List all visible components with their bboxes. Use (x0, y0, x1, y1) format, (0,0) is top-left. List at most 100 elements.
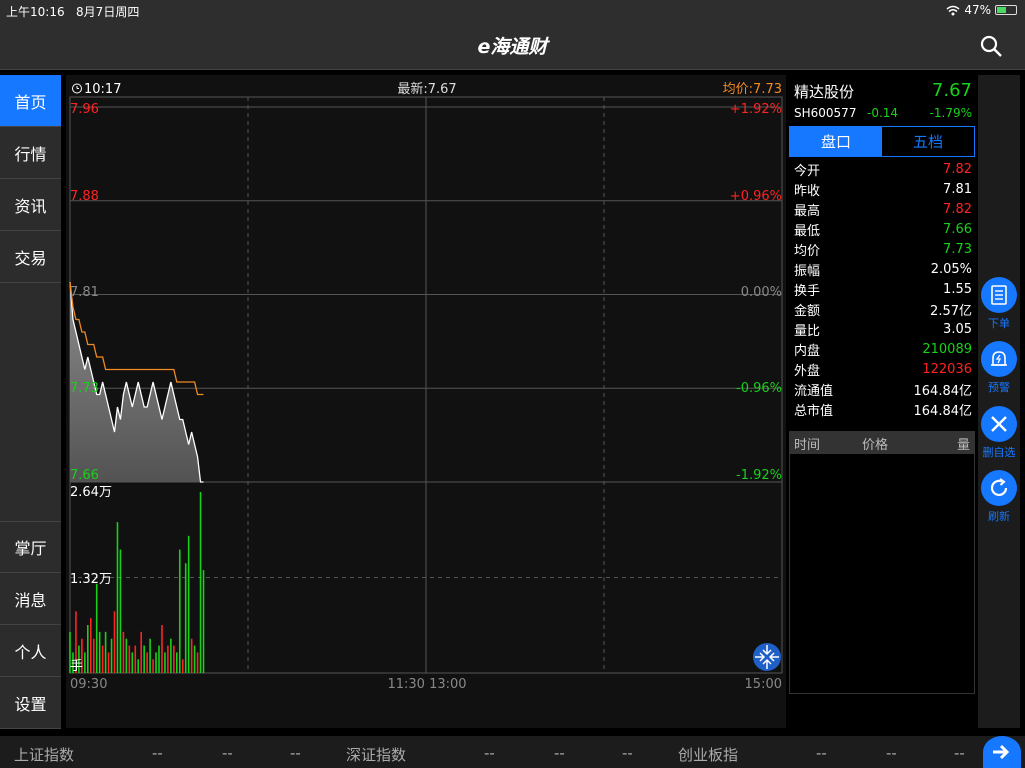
time-label-close: 15:00 (745, 677, 782, 692)
price-label-low: 7.66 (70, 468, 99, 483)
intraday-chart[interactable]: 10:17 最新:7.67 均价:7.73 7.96 7.88 7.81 7.7… (66, 75, 786, 728)
quote-row-label: 换手 (794, 283, 821, 299)
quote-row-label: 流通值 (794, 383, 834, 399)
volume-bar (125, 638, 128, 673)
tick-list-header: 时间 价格 量 (790, 432, 974, 454)
index-cyb-name[interactable]: 创业板指 (678, 744, 738, 765)
index-ticker[interactable]: 上证指数 -- -- -- 深证指数 -- -- -- 创业板指 -- -- -… (0, 736, 1025, 768)
battery-icon (995, 5, 1017, 15)
battery-percent: 47% (964, 3, 991, 17)
order-label: 下单 (988, 317, 1010, 330)
quote-row-value: 2.05% (930, 261, 972, 277)
quote-stats: 今开 7.82 昨收 7.81 最高 7.82 最低 7.66 均价 7.73 振幅 2.05% 换手 1… (789, 159, 975, 419)
index-sz-v2: -- (554, 744, 565, 762)
chart-grid (69, 96, 783, 674)
volume-bar (122, 631, 125, 673)
volume-bar (134, 645, 137, 673)
volume-bar (199, 492, 202, 673)
tick-header-time: 时间 (794, 437, 821, 453)
price-label-prev-close: 7.81 (70, 285, 99, 300)
nav-profile[interactable]: 个人 (0, 625, 61, 677)
volume-bar (140, 631, 142, 673)
quote-row-value: 1.55 (943, 281, 972, 297)
volume-bar (137, 659, 140, 673)
status-time-date: 上午10:16 8月7日周四 (6, 3, 139, 20)
volume-bar (187, 535, 190, 673)
volume-bar (146, 652, 148, 673)
volume-label-mid: 1.32万 (70, 572, 112, 587)
quote-row-label: 昨收 (794, 183, 821, 199)
volume-bar (155, 652, 157, 673)
volume-label-max: 2.64万 (70, 485, 112, 500)
remove-watchlist-button[interactable]: 删自选 (978, 406, 1020, 460)
volume-bar (158, 645, 160, 673)
tick-header-price: 价格 (862, 437, 889, 453)
wifi-icon (946, 5, 960, 15)
time-label-midday: 11:30 13:00 (387, 677, 466, 692)
pct-label-lower: -0.96% (736, 381, 782, 396)
volume-bar (164, 652, 166, 673)
close-icon (991, 416, 1007, 432)
index-sh-v3: -- (290, 744, 301, 762)
quote-row-value: 164.84亿 (913, 383, 973, 399)
volume-bar (110, 638, 113, 673)
nav-settings[interactable]: 设置 (0, 677, 61, 729)
volume-bar (128, 645, 131, 673)
quote-row-value: 7.81 (943, 181, 972, 197)
pct-label-upper: +0.96% (730, 189, 782, 204)
app-root: 上午10:16 8月7日周四 47% e海通财 首页 行情 资讯 交易 掌厅 消… (0, 0, 1025, 768)
volume-bar (92, 638, 95, 673)
nav-home[interactable]: 首页 (0, 75, 61, 127)
nav-hall[interactable]: 掌厅 (0, 521, 61, 573)
left-nav: 首页 行情 资讯 交易 掌厅 消息 个人 设置 (0, 75, 61, 729)
nav-trade[interactable]: 交易 (0, 231, 61, 283)
quote-row: 流通值 164.84亿 (789, 379, 975, 399)
volume-bar (98, 631, 101, 673)
nav-messages[interactable]: 消息 (0, 573, 61, 625)
stock-change-pct: -1.79% (929, 106, 972, 120)
quote-row-label: 最高 (794, 203, 821, 219)
quote-row: 换手 1.55 (789, 279, 975, 299)
alarm-bell-icon (991, 351, 1007, 366)
refresh-icon (990, 478, 1008, 497)
tick-list[interactable]: 时间 价格 量 (789, 431, 975, 694)
quote-row-label: 最低 (794, 223, 821, 239)
fullscreen-button[interactable] (753, 643, 781, 671)
volume-bar (87, 625, 89, 673)
quote-row: 最低 7.66 (789, 219, 975, 239)
quote-row-label: 振幅 (794, 263, 821, 279)
nav-news[interactable]: 资讯 (0, 179, 61, 231)
volume-bar (184, 563, 187, 673)
index-sz-name[interactable]: 深证指数 (346, 744, 406, 765)
quote-row: 总市值 164.84亿 (789, 399, 975, 419)
quote-row: 外盘 122036 (789, 359, 975, 379)
quote-row-label: 均价 (794, 243, 821, 259)
refresh-label: 刷新 (988, 510, 1010, 523)
refresh-button[interactable]: 刷新 (978, 470, 1020, 524)
quote-row: 量比 3.05 (789, 319, 975, 339)
stock-name: 精达股份 (794, 83, 855, 101)
volume-bar (95, 583, 98, 673)
nav-market[interactable]: 行情 (0, 127, 61, 179)
tab-order-book[interactable]: 盘口 (790, 127, 882, 156)
ticker-next-button[interactable] (983, 736, 1021, 768)
quote-row-value: 122036 (922, 361, 972, 377)
quote-row: 均价 7.73 (789, 239, 975, 259)
quote-row-value: 2.57亿 (930, 303, 972, 319)
volume-bar (193, 645, 196, 673)
intraday-chart-panel[interactable]: 10:17 最新:7.67 均价:7.73 7.96 7.88 7.81 7.7… (66, 75, 786, 728)
price-label-upper: 7.88 (70, 189, 99, 204)
volume-bar (104, 631, 107, 673)
quote-row: 今开 7.82 (789, 159, 975, 179)
quote-row-value: 7.82 (943, 161, 972, 177)
index-cyb-v3: -- (954, 744, 965, 762)
index-sh-v1: -- (152, 744, 163, 762)
search-icon[interactable] (979, 34, 1003, 58)
alert-button[interactable]: 预警 (978, 341, 1020, 395)
tab-five-levels[interactable]: 五档 (882, 127, 974, 156)
order-button[interactable]: 下单 (978, 277, 1020, 331)
time-label-open: 09:30 (70, 677, 107, 692)
status-right: 47% (946, 3, 1017, 17)
index-sh-name[interactable]: 上证指数 (14, 744, 74, 765)
quote-row: 内盘 210089 (789, 339, 975, 359)
